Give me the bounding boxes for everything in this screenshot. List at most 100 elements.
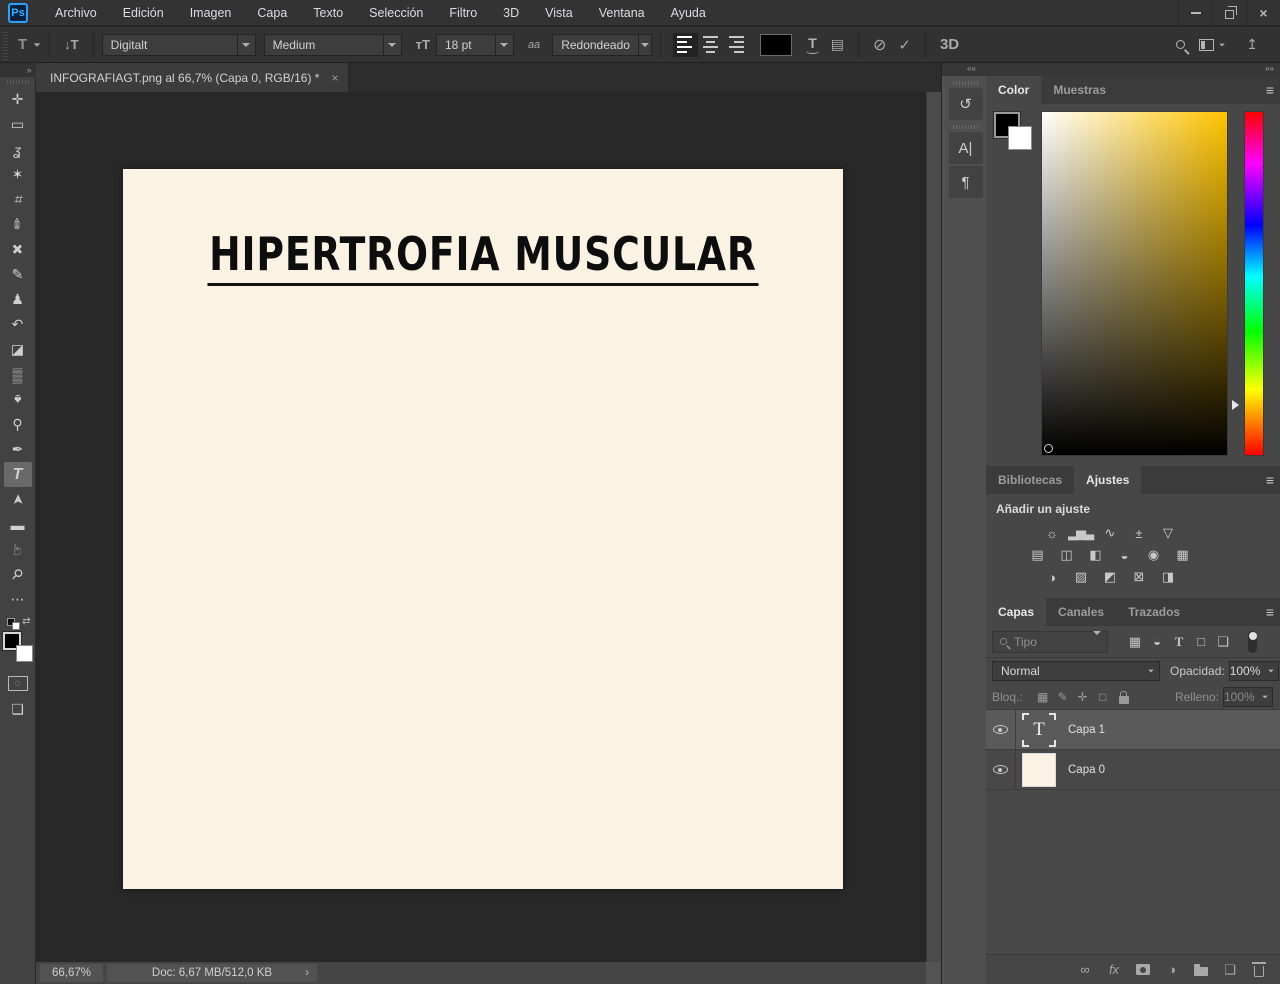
menu-ventana[interactable]: Ventana (586, 0, 658, 26)
hand-tool[interactable]: ☞ (4, 537, 32, 562)
tab-close-icon[interactable]: × (331, 71, 338, 85)
dodge-tool[interactable]: ⚲ (4, 412, 32, 437)
new-group-icon[interactable] (1193, 963, 1209, 976)
hue-slider-arrow-icon[interactable] (1232, 400, 1239, 410)
link-layers-icon[interactable]: ∞ (1077, 962, 1093, 977)
delete-layer-icon[interactable] (1251, 962, 1267, 977)
menu-vista[interactable]: Vista (532, 0, 586, 26)
tab-muestras[interactable]: Muestras (1041, 76, 1118, 104)
3d-mode-button[interactable]: 3D (940, 36, 959, 53)
menu-capa[interactable]: Capa (244, 0, 300, 26)
curves-icon[interactable]: ∿ (1098, 524, 1120, 542)
tab-capas[interactable]: Capas (986, 598, 1047, 626)
filter-type-layers-icon[interactable]: T (1168, 634, 1190, 650)
filter-adjustment-layers-icon[interactable]: ◒ (1146, 634, 1168, 650)
move-tool[interactable]: ✛ (4, 87, 32, 112)
restore-button[interactable] (1212, 0, 1246, 26)
pencil-tool[interactable]: ✎ (4, 262, 32, 287)
levels-icon[interactable]: ▂▅▃ (1068, 524, 1094, 542)
align-left-button[interactable] (673, 32, 699, 57)
default-swap-colors[interactable]: ⇄ (5, 616, 31, 630)
channel-mixer-icon[interactable]: ◉ (1142, 546, 1164, 564)
collapse-panels-icon[interactable]: «« (967, 64, 976, 73)
lock-image-icon[interactable]: ✎ (1053, 690, 1073, 704)
tab-bibliotecas[interactable]: Bibliotecas (986, 466, 1074, 494)
menu-seleccion[interactable]: Selección (356, 0, 436, 26)
status-chevron-icon[interactable]: › (305, 967, 309, 979)
share-icon[interactable]: ↥ (1246, 36, 1258, 53)
quick-selection-tool[interactable]: ✶ (4, 162, 32, 187)
menu-3d[interactable]: 3D (490, 0, 532, 26)
background-color-swatch[interactable] (1008, 126, 1032, 150)
screen-mode-button[interactable]: ❏ (4, 697, 32, 722)
cancel-edits-icon[interactable]: ⊘ (873, 35, 886, 55)
new-adjustment-layer-icon[interactable]: ◑ (1164, 962, 1180, 977)
font-family-select[interactable]: Digitalt (101, 33, 256, 56)
foreground-background-swatches[interactable] (1, 631, 33, 662)
filter-toggle-switch[interactable] (1248, 630, 1257, 653)
eyedropper-tool[interactable]: ✐ (4, 212, 32, 237)
lock-position-icon[interactable]: ✛ (1073, 690, 1093, 704)
add-layer-mask-icon[interactable] (1135, 964, 1151, 975)
expand-panels-icon[interactable]: »» (1265, 64, 1274, 73)
filter-pixel-layers-icon[interactable]: ▦ (1124, 634, 1146, 650)
fill-select[interactable]: 100% (1223, 686, 1273, 707)
clone-stamp-tool[interactable]: ♟ (4, 287, 32, 312)
color-lookup-icon[interactable]: ▦ (1171, 546, 1193, 564)
lasso-tool[interactable]: ʓ (4, 137, 32, 162)
canvas[interactable]: HIPERTROFIA MUSCULAR (123, 169, 843, 889)
lock-artboard-icon[interactable]: □ (1093, 690, 1113, 704)
new-layer-icon[interactable]: ❏ (1222, 962, 1238, 978)
saturation-brightness-field[interactable] (1041, 111, 1228, 456)
menu-archivo[interactable]: Archivo (42, 0, 110, 26)
brightness-contrast-icon[interactable]: ☼ (1040, 524, 1062, 542)
tab-canales[interactable]: Canales (1046, 598, 1116, 626)
layer-name[interactable]: Capa 1 (1068, 724, 1105, 736)
toolbar-collapse-button[interactable]: » (0, 63, 36, 77)
black-white-icon[interactable]: ◧ (1084, 546, 1106, 564)
character-panel-button[interactable]: A| (948, 132, 983, 164)
align-right-button[interactable] (723, 33, 748, 57)
zoom-tool[interactable]: ⚲ (4, 562, 32, 587)
canvas-text-block[interactable]: HIPERTROFIA MUSCULAR (123, 227, 843, 286)
gradient-tool[interactable]: ▒ (4, 362, 32, 387)
toggle-panels-icon[interactable]: ▤ (831, 36, 844, 53)
search-icon[interactable] (1176, 40, 1186, 49)
gradient-map-icon[interactable]: ⊠ (1127, 568, 1149, 586)
history-panel-button[interactable]: ↺ (948, 88, 983, 120)
font-size-select[interactable]: 18 pt (435, 33, 514, 56)
blur-tool[interactable]: ♠ (4, 387, 32, 412)
tab-ajustes[interactable]: Ajustes (1074, 466, 1142, 494)
workspace-switcher[interactable] (1199, 38, 1226, 51)
lock-transparency-icon[interactable]: ▦ (1033, 690, 1053, 704)
crop-tool[interactable]: ⌗ (4, 187, 32, 212)
warp-text-icon[interactable]: T (806, 35, 819, 54)
close-button[interactable]: × (1246, 0, 1280, 26)
background-color-swatch[interactable] (15, 645, 33, 662)
lock-all-icon[interactable] (1118, 690, 1129, 704)
quick-mask-button[interactable]: ◌ (7, 676, 28, 691)
rectangular-marquee-tool[interactable]: ▭ (4, 112, 32, 137)
tool-preset-chevron-icon[interactable] (33, 42, 41, 47)
font-style-select[interactable]: Medium (263, 33, 402, 56)
blend-mode-select[interactable]: Normal (992, 661, 1160, 681)
menu-texto[interactable]: Texto (300, 0, 356, 26)
layer-name[interactable]: Capa 0 (1068, 764, 1105, 776)
panel-menu-icon[interactable]: ≡ (1266, 604, 1274, 620)
align-center-button[interactable] (698, 33, 723, 57)
opacity-select[interactable]: 100% (1228, 661, 1279, 681)
menu-ayuda[interactable]: Ayuda (658, 0, 719, 26)
menu-filtro[interactable]: Filtro (436, 0, 490, 26)
document-tab[interactable]: INFOGRAFIAGT.png al 66,7% (Capa 0, RGB/1… (36, 63, 350, 92)
zoom-level-field[interactable]: 66,67% (40, 964, 104, 982)
filter-shape-layers-icon[interactable]: □ (1190, 634, 1212, 650)
visibility-cell[interactable] (986, 750, 1016, 789)
tab-color[interactable]: Color (986, 76, 1042, 104)
invert-icon[interactable]: ◑ (1040, 568, 1062, 586)
layer-style-icon[interactable]: fx (1106, 963, 1122, 977)
color-balance-icon[interactable]: ◫ (1055, 546, 1077, 564)
edit-toolbar-button[interactable]: ⋯ (4, 587, 32, 612)
filter-smart-objects-icon[interactable]: ❏ (1212, 634, 1234, 650)
layer-row-capa-1[interactable]: T Capa 1 (986, 710, 1280, 750)
text-orientation-icon[interactable]: ↓T (64, 37, 78, 52)
